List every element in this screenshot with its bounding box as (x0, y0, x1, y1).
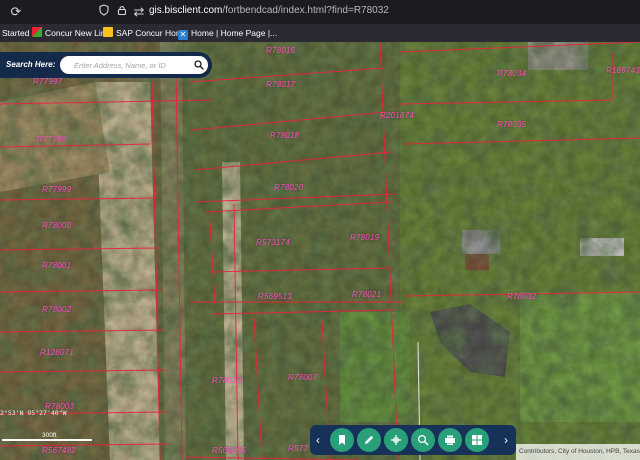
bookmark-label: Started (2, 28, 30, 38)
parcel-label[interactable]: R567482 (42, 446, 76, 455)
bookmark-label: Concur New Link (45, 28, 110, 38)
layers-tool-button[interactable] (465, 428, 489, 452)
bookmark-sap-concur-home[interactable]: SAP Concur Home (103, 27, 188, 39)
print-icon (445, 435, 455, 445)
url-text[interactable]: gis.bisclient.com/fortbendcad/index.html… (149, 5, 389, 16)
parcel-label[interactable]: R78016 (266, 46, 295, 55)
map-view[interactable]: R78016 R77997 R78017 R78034 R169743 R201… (0, 42, 640, 460)
bookmark-label: SAP Concur Home (116, 28, 188, 38)
search-icon[interactable] (194, 60, 204, 70)
map-toolbar: ‹ › (310, 425, 516, 455)
browser-url-bar: ⟳ ⇄ gis.bisclient.com/fortbendcad/index.… (0, 0, 640, 24)
parcel-label[interactable]: R169743 (606, 66, 640, 75)
parcel-label[interactable]: R78000 (42, 221, 71, 230)
parcel-label[interactable]: R128071 (40, 348, 74, 357)
permissions-icon[interactable]: ⇄ (131, 4, 147, 20)
url-host: gis.bisclient.com (149, 5, 223, 16)
parcel-label[interactable]: R77999 (42, 185, 71, 194)
scale-line (2, 439, 92, 441)
bookmarks-bar: Started Concur New Link SAP Concur Home … (0, 24, 640, 42)
scale-bar: 300ft (0, 432, 95, 442)
parcel-label[interactable]: R77997 (33, 77, 62, 86)
parcel-label[interactable]: R77998 (37, 135, 66, 144)
parcel-label[interactable]: R78007 (288, 373, 317, 382)
parcel-label[interactable]: R78019 (350, 233, 379, 242)
search-label: Search Here: (6, 60, 56, 69)
bookmark-home-page[interactable]: ✕ Home | Home Page |... (178, 27, 278, 40)
parcel-label[interactable]: R573174 (256, 238, 290, 247)
bookmark-tool-button[interactable] (330, 428, 354, 452)
bookmark-started[interactable]: Started (2, 27, 29, 39)
parcel-label[interactable]: R78032 (507, 292, 536, 301)
parcel-label[interactable]: R201874 (380, 111, 414, 120)
parcel-label[interactable]: R78020 (274, 183, 303, 192)
search-input[interactable] (60, 56, 208, 74)
scale-label: 300ft (42, 432, 57, 439)
print-tool-button[interactable] (438, 428, 462, 452)
parcel-label[interactable]: R78018 (270, 131, 299, 140)
magnify-person-icon (417, 434, 429, 446)
parcel-label[interactable]: R78001 (42, 261, 71, 270)
toolbar-prev-button[interactable]: ‹ (312, 431, 324, 449)
parcel-label[interactable]: R78035 (497, 120, 526, 129)
lock-icon[interactable] (114, 4, 130, 20)
reload-icon[interactable]: ⟳ (8, 4, 24, 20)
coordinate-readout: 2°53'N 95°27'40"W (0, 409, 67, 417)
bookmark-icon (339, 435, 345, 445)
parcel-label[interactable]: R565855 (212, 446, 246, 455)
shield-icon[interactable] (96, 4, 112, 20)
aerial-imagery (0, 42, 640, 460)
bookmark-label: Home | Home Page |... (191, 28, 278, 38)
bookmark-concur-new-link[interactable]: Concur New Link (32, 27, 110, 39)
measure-tool-button[interactable] (384, 428, 408, 452)
url-path: /fortbendcad/index.html?find=R78032 (222, 5, 389, 16)
draw-tool-button[interactable] (357, 428, 381, 452)
grid-icon (472, 435, 482, 445)
pencil-icon (365, 435, 374, 444)
parcel-label[interactable]: R577 (288, 444, 308, 453)
x-logo-icon: ✕ (178, 30, 188, 40)
parcel-label[interactable]: R569513 (258, 292, 292, 301)
measure-icon (391, 435, 401, 445)
windows-logo-icon (32, 27, 42, 37)
identify-tool-button[interactable] (411, 428, 435, 452)
parcel-label[interactable]: R78021 (352, 290, 381, 299)
parcel-label[interactable]: R78010 (212, 376, 241, 385)
parcel-label[interactable]: R78017 (266, 80, 295, 89)
search-panel: Search Here: (0, 52, 212, 78)
parcel-label[interactable]: R78034 (497, 69, 526, 78)
parcel-label[interactable]: R78002 (42, 305, 71, 314)
map-attribution: Contributors, City of Houston, HPB, Texa… (516, 444, 640, 460)
toolbar-next-button[interactable]: › (500, 431, 512, 449)
folder-icon (103, 27, 113, 37)
